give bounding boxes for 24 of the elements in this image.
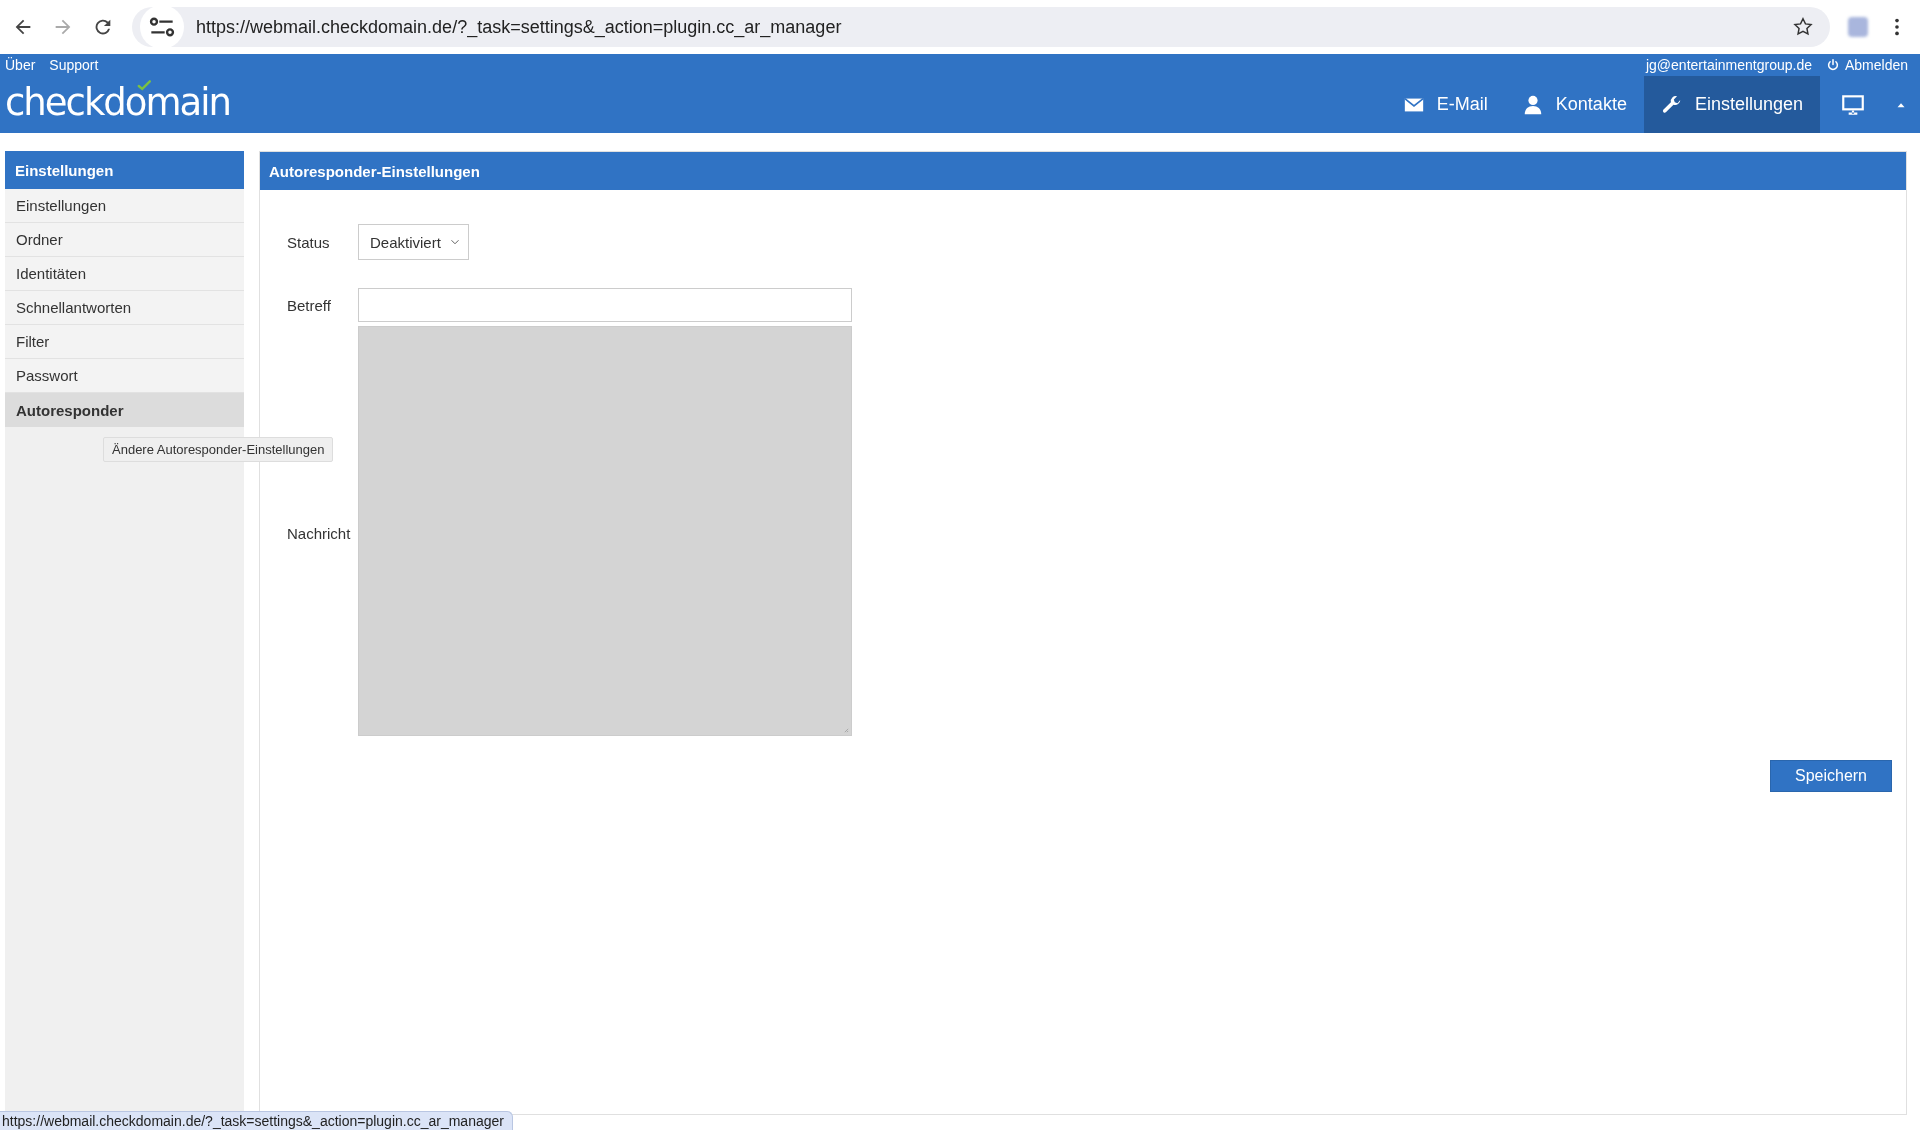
logout-link[interactable]: Abmelden: [1825, 57, 1908, 73]
power-icon: [1825, 58, 1840, 72]
star-icon[interactable]: [1792, 16, 1814, 38]
header-link[interactable]: Support: [49, 57, 99, 73]
logo[interactable]: checkdomain: [5, 81, 230, 124]
nav-tab[interactable]: E-Mail: [1385, 76, 1505, 133]
panel-header: Autoresponder-Einstellungen: [260, 152, 1906, 190]
nav-tab[interactable]: Kontakte: [1504, 76, 1644, 133]
save-button[interactable]: Speichern: [1770, 760, 1892, 792]
user-email: jg@entertainmentgroup.de: [1645, 57, 1812, 73]
sidebar-header: Einstellungen: [5, 151, 244, 189]
wrench-icon: [1660, 93, 1683, 116]
header-link[interactable]: Über: [5, 57, 36, 73]
field-label: Betreff: [287, 296, 332, 314]
status-bar-url: https://webmail.checkdomain.de/?_task=settings&_action=plugin.cc_ar_manager: [0, 1111, 513, 1130]
subject-field[interactable]: [358, 288, 852, 322]
nav-tab[interactable]: Einstellungen: [1643, 76, 1820, 133]
status-dropdown[interactable]: Deaktiviert: [358, 224, 469, 260]
sidebar-item[interactable]: Autoresponder: [5, 393, 244, 427]
field-label: Status: [287, 233, 331, 251]
message-field[interactable]: [358, 326, 852, 736]
field-label: Nachricht: [287, 524, 352, 542]
site-settings-icon[interactable]: [140, 5, 184, 49]
tooltip: Ändere Autoresponder-Einstellungen: [103, 437, 334, 462]
